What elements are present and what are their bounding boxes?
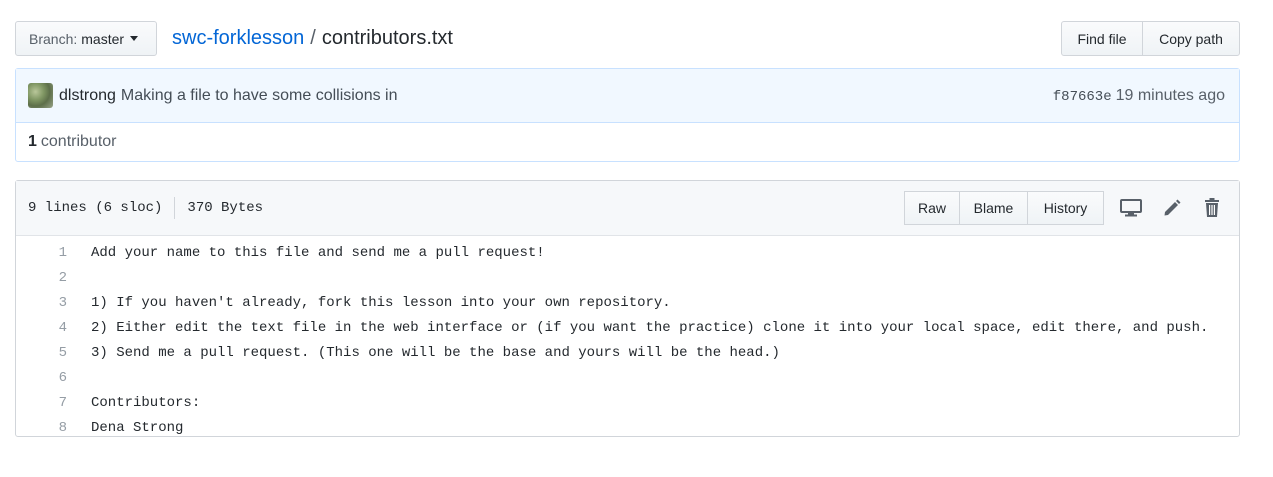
line-number[interactable]: 4 [16,320,67,336]
line-content: 3) Send me a pull request. (This one wil… [91,344,780,361]
line-content: 1) If you haven't already, fork this les… [91,294,671,311]
breadcrumb-separator: / [310,27,316,49]
line-number[interactable]: 1 [16,245,67,261]
file-code: 1 Add your name to this file and send me … [16,236,1239,440]
commit-tease: dlstrong Making a file to have some coll… [15,68,1240,162]
contributor-label: contributor [40,133,117,150]
file-nav-actions: Find file Copy path [1061,21,1240,56]
file-actions: Raw Blame History [904,191,1104,225]
commit-sha-link[interactable]: f87663e [1053,89,1112,105]
file-header: 9 lines (6 sloc) 370 Bytes Raw Blame His… [16,181,1239,236]
caret-down-icon [130,36,139,41]
file-info-divider [174,197,176,219]
find-file-button[interactable]: Find file [1061,21,1143,56]
pencil-icon[interactable] [1159,195,1185,221]
line-number[interactable]: 5 [16,345,67,361]
line-number[interactable]: 8 [16,420,67,436]
file-info: 9 lines (6 sloc) 370 Bytes [28,197,263,219]
breadcrumb-repo-link[interactable]: swc-forklesson [172,27,304,49]
code-line: 1 Add your name to this file and send me … [16,240,1239,265]
code-line: 4 2) Either edit the text file in the web… [16,315,1239,340]
branch-value: master [81,30,125,47]
commit-author-link[interactable]: dlstrong [59,87,116,105]
contributors-summary[interactable]: 1 contributor [16,123,1239,161]
branch-label: Branch: [29,30,78,47]
contributor-count: 1 [28,133,37,150]
file-nav-bar: Branch: master swc-forklesson / contributo… [15,21,1240,56]
commit-message-link[interactable]: Making a file to have some collisions in [121,87,398,105]
latest-commit: dlstrong Making a file to have some coll… [16,69,1239,123]
code-line: 7 Contributors: [16,390,1239,415]
file-lines-info: 9 lines (6 sloc) [28,200,163,216]
history-button[interactable]: History [1027,191,1104,225]
code-line: 8 Dena Strong [16,415,1239,440]
breadcrumb-file-name: contributors.txt [321,27,453,49]
breadcrumb: swc-forklesson / contributors.txt [172,26,453,50]
code-line: 3 1) If you haven't already, fork this le… [16,290,1239,315]
line-number[interactable]: 6 [16,370,67,386]
line-content: Dena Strong [91,419,184,436]
line-number[interactable]: 2 [16,270,67,286]
line-number[interactable]: 7 [16,395,67,411]
avatar[interactable] [28,83,53,108]
code-line: 6 [16,365,1239,390]
blame-button[interactable]: Blame [959,191,1028,225]
raw-button[interactable]: Raw [904,191,960,225]
branch-select-button[interactable]: Branch: master [15,21,157,56]
line-content: Contributors: [91,394,201,411]
file-viewer: 9 lines (6 sloc) 370 Bytes Raw Blame His… [15,180,1240,437]
line-content: 2) Either edit the text file in the web … [91,319,1209,336]
line-content: Add your name to this file and send me a… [91,244,545,261]
desktop-icon[interactable] [1118,195,1144,221]
commit-time: 19 minutes ago [1115,86,1225,104]
commit-meta: f87663e 19 minutes ago [1053,87,1225,105]
code-line: 2 [16,265,1239,290]
line-number[interactable]: 3 [16,295,67,311]
trash-icon[interactable] [1199,195,1225,221]
file-size: 370 Bytes [187,200,264,216]
copy-path-button[interactable]: Copy path [1142,21,1240,56]
code-line: 5 3) Send me a pull request. (This one wi… [16,340,1239,365]
